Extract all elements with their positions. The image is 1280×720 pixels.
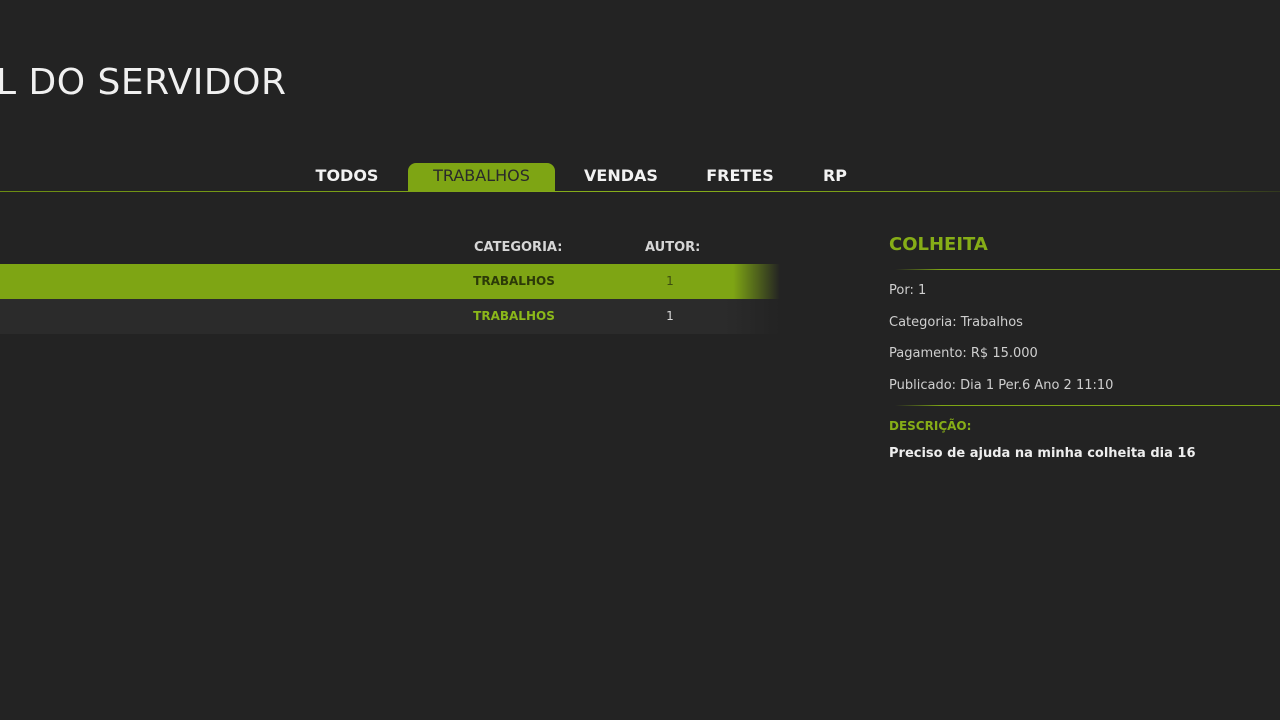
detail-category: Categoria: Trabalhos: [889, 315, 1023, 330]
tabs-divider: [0, 191, 1280, 192]
detail-title-divider: [895, 269, 1280, 270]
row-category: TRABALHOS: [473, 274, 555, 288]
row-author: 1: [666, 274, 674, 288]
detail-published: Publicado: Dia 1 Per.6 Ano 2 11:10: [889, 378, 1114, 393]
detail-payment: Pagamento: R$ 15.000: [889, 346, 1038, 361]
column-header-category: CATEGORIA:: [474, 240, 563, 255]
row-category: TRABALHOS: [473, 309, 555, 323]
detail-description-divider: [895, 405, 1280, 406]
detail-author: Por: 1: [889, 283, 927, 298]
page-title: L DO SERVIDOR: [0, 62, 287, 103]
tab-trabalhos[interactable]: TRABALHOS: [408, 163, 555, 192]
detail-title: COLHEITA: [889, 234, 988, 255]
tab-todos[interactable]: TODOS: [308, 163, 386, 192]
row-author: 1: [666, 309, 674, 323]
list-row[interactable]: TRABALHOS 1: [0, 299, 780, 334]
tab-rp[interactable]: RP: [814, 163, 856, 192]
list-row-selected[interactable]: TRABALHOS 1: [0, 264, 780, 299]
description-text: Preciso de ajuda na minha colheita dia 1…: [889, 446, 1196, 461]
description-label: DESCRIÇÃO:: [889, 419, 972, 433]
column-header-author: AUTOR:: [645, 240, 701, 255]
tab-fretes[interactable]: FRETES: [698, 163, 782, 192]
app-root: L DO SERVIDOR TODOS TRABALHOS VENDAS FRE…: [0, 0, 1280, 720]
tab-vendas[interactable]: VENDAS: [576, 163, 666, 192]
category-tabs: TODOS TRABALHOS VENDAS FRETES RP: [0, 160, 1280, 192]
